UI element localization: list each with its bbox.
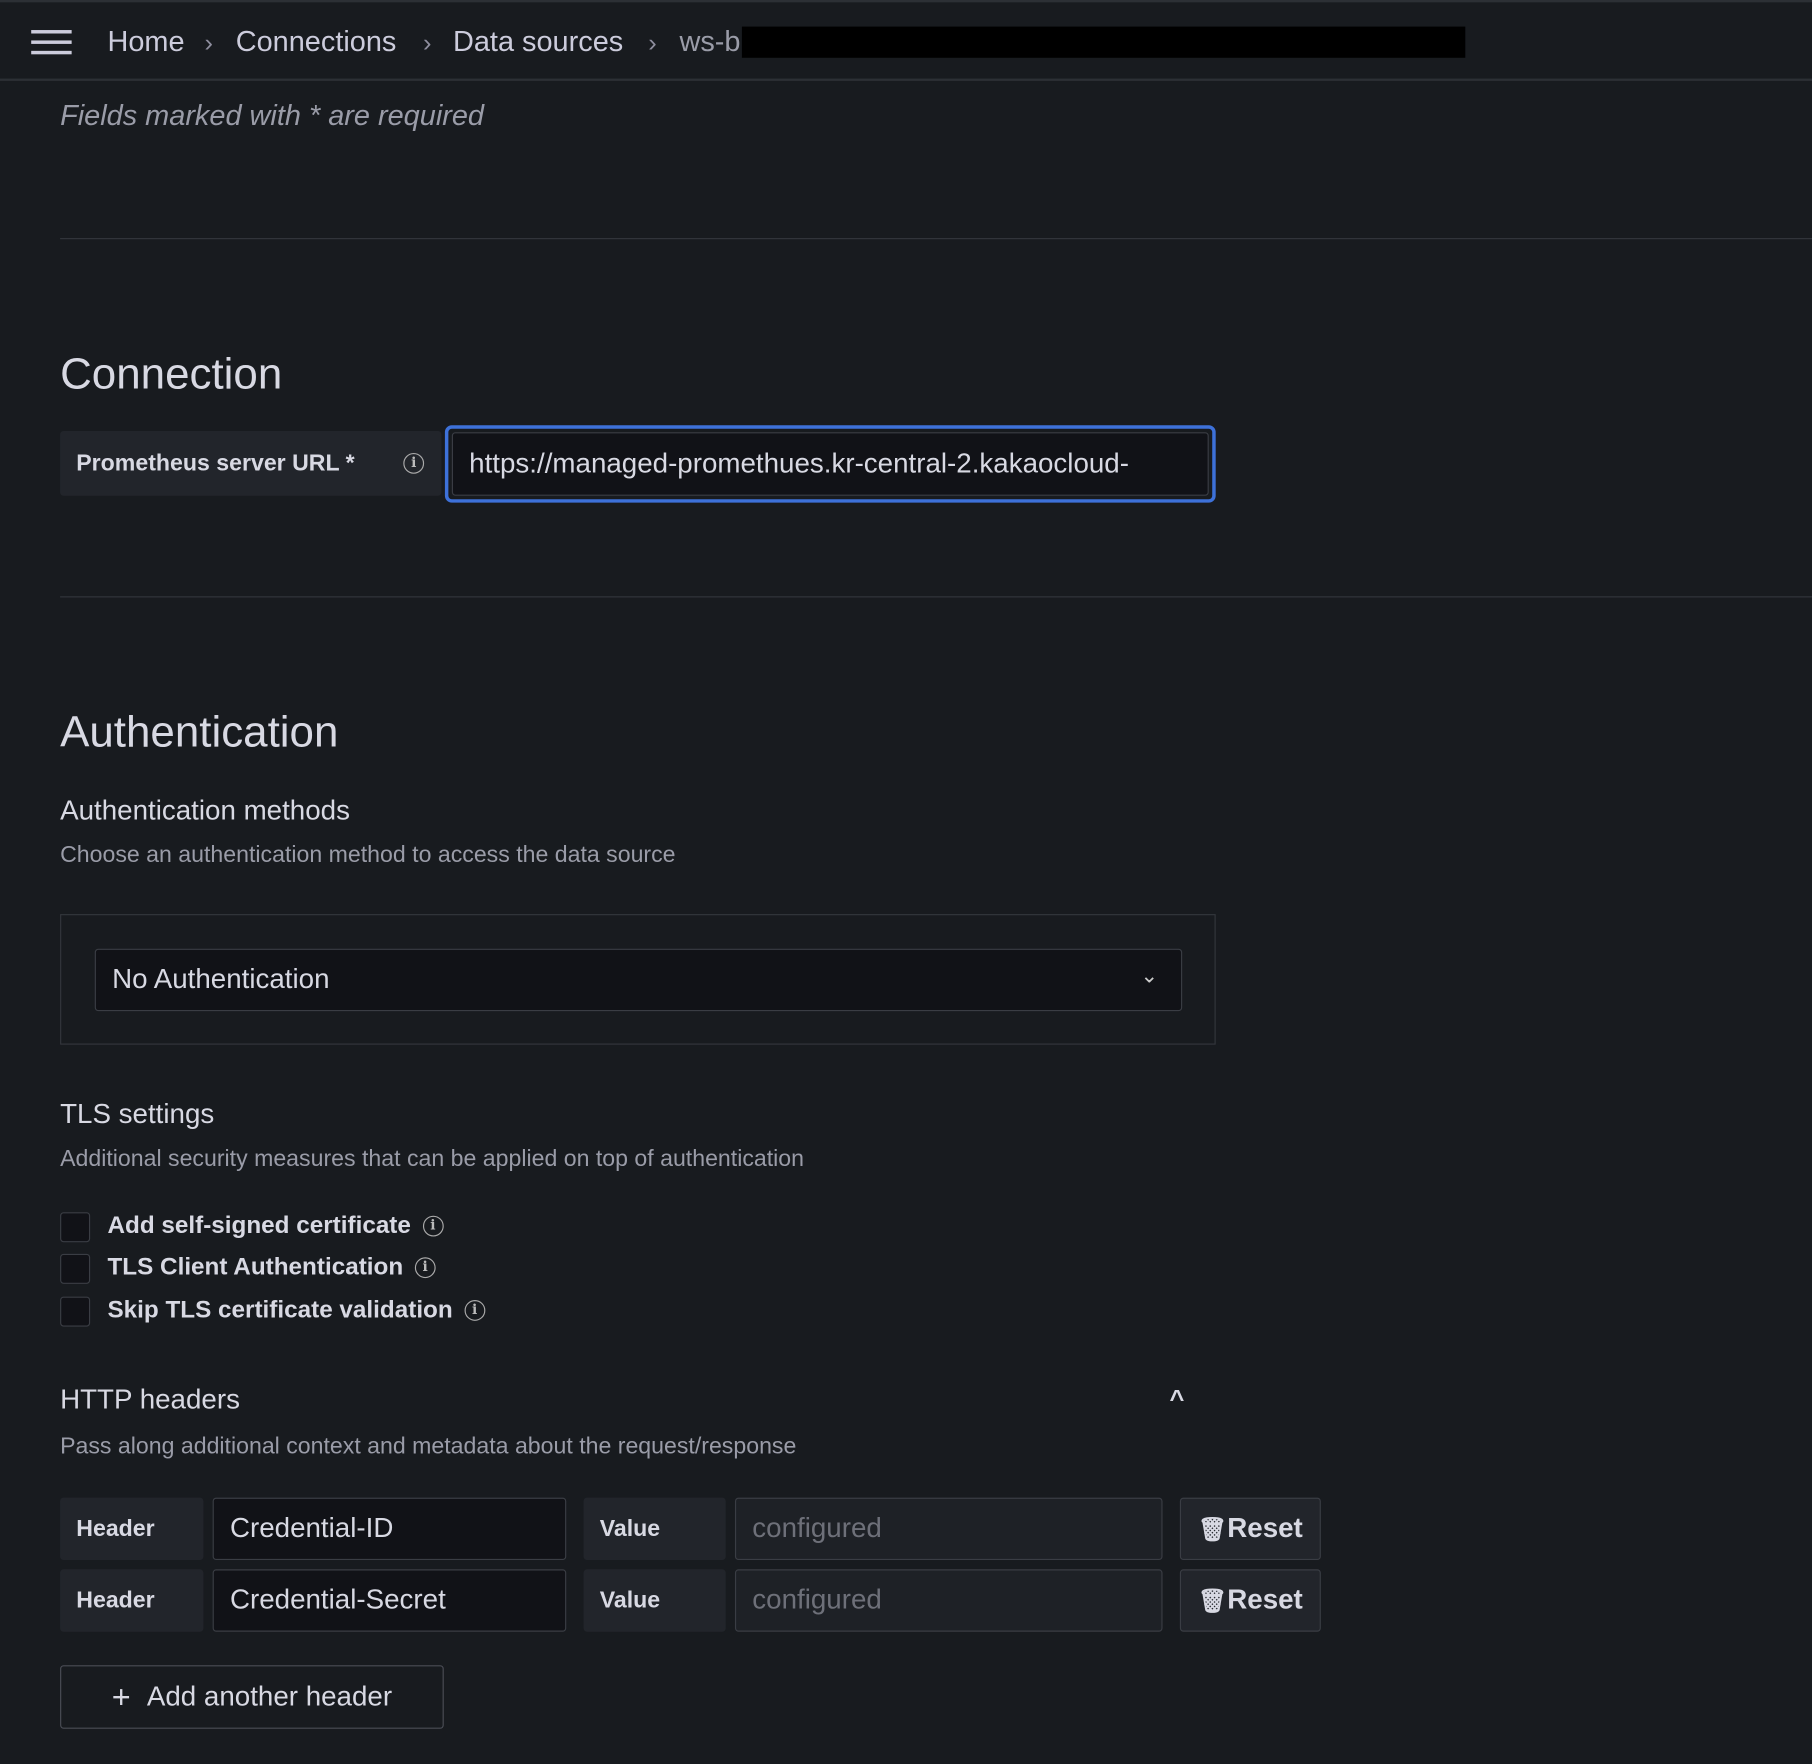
redaction: [741, 26, 1466, 58]
chevron-right-icon: ›: [648, 27, 657, 57]
value-label: Value: [583, 1569, 726, 1632]
http-headers-title: HTTP headers: [60, 1384, 240, 1416]
breadcrumb-current: ws-b: [679, 25, 741, 58]
url-label: Prometheus server URL * i: [60, 431, 442, 496]
trash-icon: 🗑: [1197, 1516, 1228, 1543]
add-header-button[interactable]: + Add another header: [60, 1665, 444, 1729]
info-icon[interactable]: i: [464, 1300, 486, 1321]
plus-icon: +: [111, 1678, 131, 1715]
breadcrumb-connections[interactable]: Connections: [236, 25, 397, 59]
checkbox-skip-tls[interactable]: [60, 1296, 91, 1327]
header-name-input[interactable]: Credential-ID: [212, 1497, 567, 1561]
auth-methods-desc: Choose an authentication method to acces…: [60, 842, 676, 868]
auth-method-select[interactable]: No Authentication ⌄: [94, 948, 1183, 1012]
info-icon[interactable]: i: [403, 452, 425, 474]
header-label: Header: [60, 1569, 204, 1632]
url-input[interactable]: https://managed-promethues.kr-central-2.…: [451, 432, 1209, 496]
chevron-right-icon: ›: [422, 27, 432, 57]
reset-button[interactable]: 🗑 Reset: [1179, 1497, 1321, 1561]
breadcrumb-home[interactable]: Home: [107, 25, 184, 59]
reset-button[interactable]: 🗑 Reset: [1179, 1569, 1321, 1632]
required-note: Fields marked with * are required: [60, 99, 484, 132]
divider: [60, 238, 1812, 240]
value-label: Value: [583, 1497, 726, 1561]
divider: [60, 596, 1812, 598]
info-icon[interactable]: i: [422, 1215, 444, 1237]
breadcrumb-data-sources[interactable]: Data sources: [453, 25, 623, 59]
auth-method-value: No Authentication: [112, 963, 330, 995]
option-label: TLS Client Authentication: [107, 1253, 404, 1281]
authentication-title: Authentication: [60, 708, 339, 757]
auth-method-box: No Authentication ⌄: [60, 914, 1216, 1045]
option-self-signed: Add self-signed certificate i: [107, 1212, 444, 1240]
reset-label: Reset: [1227, 1584, 1303, 1616]
trash-icon: 🗑: [1197, 1588, 1228, 1614]
tls-desc: Additional security measures that can be…: [60, 1146, 805, 1172]
option-skip-tls: Skip TLS certificate validation i: [107, 1296, 486, 1325]
reset-label: Reset: [1227, 1512, 1303, 1544]
option-tls-client-auth: TLS Client Authentication i: [107, 1253, 436, 1282]
header-value-input[interactable]: configured: [734, 1497, 1163, 1561]
add-header-label: Add another header: [146, 1680, 393, 1713]
menu-icon[interactable]: [31, 30, 72, 55]
chevron-right-icon: ›: [204, 27, 214, 57]
info-icon[interactable]: i: [414, 1257, 436, 1279]
checkbox-tls-client-auth[interactable]: [60, 1253, 91, 1284]
chevron-down-icon: ⌄: [1140, 963, 1158, 987]
header-name-input[interactable]: Credential-Secret: [212, 1569, 567, 1632]
option-label: Add self-signed certificate: [107, 1212, 411, 1239]
header-value-input[interactable]: configured: [734, 1569, 1163, 1632]
tls-title: TLS settings: [60, 1098, 215, 1131]
url-focus-ring: https://managed-promethues.kr-central-2.…: [444, 425, 1216, 503]
chevron-up-icon[interactable]: ^: [1169, 1384, 1184, 1414]
url-label-text: Prometheus server URL *: [76, 450, 355, 476]
auth-methods-title: Authentication methods: [60, 795, 350, 827]
checkbox-self-signed[interactable]: [60, 1212, 91, 1243]
url-value: https://managed-promethues.kr-central-2.…: [469, 447, 1129, 479]
connection-title: Connection: [60, 350, 283, 399]
header-label: Header: [60, 1497, 204, 1561]
option-label: Skip TLS certificate validation: [107, 1296, 453, 1324]
http-headers-desc: Pass along additional context and metada…: [60, 1434, 797, 1460]
top-bar: Home › Connections › Data sources › ws-b: [0, 0, 1812, 81]
